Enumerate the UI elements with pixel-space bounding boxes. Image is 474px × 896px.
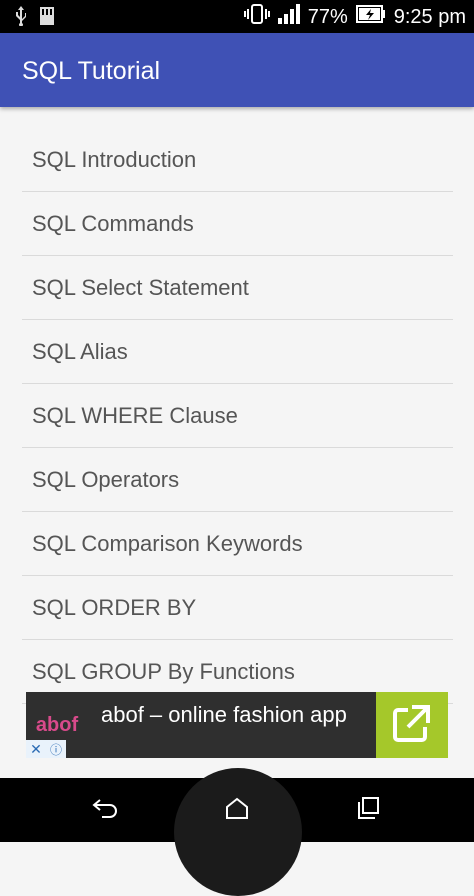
status-bar: 77% 9:25 pm (0, 0, 474, 33)
page-title: SQL Tutorial (22, 57, 161, 85)
list-item-label: SQL WHERE Clause (32, 402, 238, 428)
list-item[interactable]: SQL Alias (22, 320, 453, 384)
list-item[interactable]: SQL ORDER BY (22, 576, 453, 640)
list-item-label: SQL Alias (32, 338, 128, 364)
list-item-label: SQL Commands (32, 210, 194, 236)
battery-percent: 77% (307, 5, 348, 28)
status-time: 9:25 pm (393, 5, 466, 28)
list-item-label: SQL Select Statement (32, 274, 249, 300)
list-item-label: SQL Operators (32, 466, 180, 492)
signal-icon (277, 4, 300, 30)
battery-charging-icon (355, 5, 386, 29)
vibrate-icon (243, 4, 270, 30)
tutorial-list: SQL Introduction SQL Commands SQL Select… (22, 128, 453, 704)
close-icon[interactable]: ✕ (26, 740, 46, 758)
recents-icon (357, 796, 381, 825)
list-item[interactable]: SQL Operators (22, 448, 453, 512)
home-icon (225, 797, 249, 824)
home-button[interactable] (217, 790, 257, 830)
list-item[interactable]: SQL Comparison Keywords (22, 512, 453, 576)
back-icon (92, 797, 118, 824)
list-item[interactable]: SQL WHERE Clause (22, 384, 453, 448)
list-item-label: SQL Comparison Keywords (32, 530, 303, 556)
list-item-label: SQL ORDER BY (32, 594, 197, 620)
status-left (14, 6, 54, 31)
list-item[interactable]: SQL Select Statement (22, 256, 453, 320)
back-button[interactable] (85, 790, 125, 830)
open-external-icon (392, 703, 432, 748)
list-item-label: SQL Introduction (32, 146, 197, 172)
ad-banner[interactable]: abof abof – online fashion app ✕ ⓘ (26, 692, 448, 758)
nav-bar (0, 768, 474, 896)
list-item[interactable]: SQL Commands (22, 192, 453, 256)
ad-text[interactable]: abof – online fashion app (101, 702, 356, 728)
recents-button[interactable] (349, 790, 389, 830)
info-icon[interactable]: ⓘ (46, 740, 66, 758)
home-halo (174, 768, 302, 896)
status-right: 77% 9:25 pm (243, 4, 466, 30)
list-item-label: SQL GROUP By Functions (32, 658, 295, 684)
list-item[interactable]: SQL Introduction (22, 128, 453, 192)
usb-icon (14, 6, 28, 31)
ad-open-button[interactable] (376, 692, 448, 758)
app-bar: SQL Tutorial (0, 33, 474, 107)
storage-icon (40, 7, 54, 30)
